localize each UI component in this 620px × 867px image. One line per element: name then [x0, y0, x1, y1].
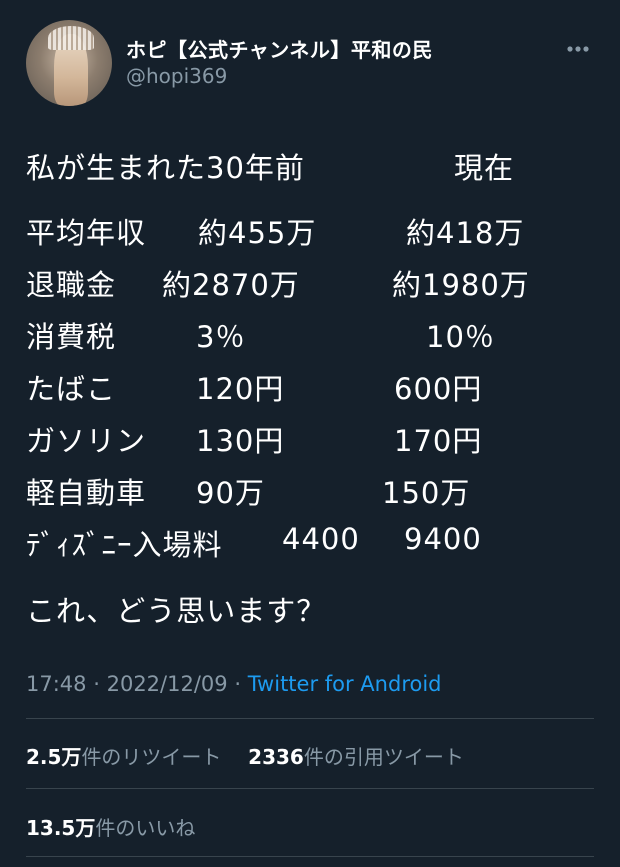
- row-then: 約455万: [198, 216, 317, 250]
- row-now: 150万: [382, 476, 471, 510]
- tweet-closing-question: これ、どう思います？: [26, 594, 327, 628]
- tweet-source-link[interactable]: Twitter for Android: [248, 672, 442, 696]
- row-item: たばこ: [26, 372, 117, 406]
- row-then: 4400: [282, 522, 360, 556]
- author-handle[interactable]: @hopi369: [126, 64, 227, 88]
- row-item: ガソリン: [26, 424, 147, 458]
- row-then: 3％: [196, 320, 246, 354]
- row-then: 130円: [196, 424, 285, 458]
- row-then: 90万: [196, 476, 265, 510]
- quotes-count: 2336: [248, 745, 304, 769]
- row-now: 約418万: [406, 216, 525, 250]
- retweets-stat[interactable]: 2.5万件のリツイート: [26, 745, 221, 769]
- row-item: 消費税: [26, 320, 117, 354]
- likes-count: 13.5万: [26, 816, 96, 840]
- row-now: 9400: [404, 522, 482, 556]
- tweet-time[interactable]: 17:48: [26, 672, 87, 696]
- header-then: 私が生まれた30年前: [26, 151, 305, 185]
- row-then: 120円: [196, 372, 285, 406]
- row-now: 10％: [426, 320, 495, 354]
- author-display-name[interactable]: ホピ【公式チャンネル】平和の民: [126, 34, 433, 63]
- quotes-label: 件の引用ツイート: [303, 745, 464, 769]
- retweets-label: 件のリツイート: [81, 745, 222, 769]
- row-item: 軽自動車: [26, 476, 147, 510]
- header-now: 現在: [454, 151, 515, 185]
- quotes-stat[interactable]: 2336件の引用ツイート: [248, 745, 464, 769]
- row-then: 約2870万: [162, 268, 300, 302]
- meta-separator: ·: [93, 672, 100, 696]
- divider: [26, 718, 594, 719]
- row-item: 退職金: [26, 268, 117, 302]
- retweets-count: 2.5万: [26, 745, 82, 769]
- row-now: 170円: [394, 424, 483, 458]
- likes-label: 件のいいね: [95, 816, 196, 840]
- tweet-meta: 17:48 · 2022/12/09 · Twitter for Android: [26, 672, 442, 696]
- retweet-quote-stats: 2.5万件のリツイート 2336件の引用ツイート: [26, 741, 464, 770]
- avatar-headdress: [48, 26, 94, 50]
- row-item: 平均年収: [26, 216, 147, 250]
- row-now: 600円: [394, 372, 483, 406]
- avatar[interactable]: [26, 20, 112, 106]
- tweet-date[interactable]: 2022/12/09: [107, 672, 228, 696]
- more-horizontal-icon[interactable]: [565, 36, 591, 62]
- divider: [26, 856, 594, 857]
- meta-separator: ·: [234, 672, 242, 696]
- row-item: ﾃﾞｨｽﾞﾆｰ入場料: [26, 528, 223, 562]
- likes-stat[interactable]: 13.5万件のいいね: [26, 812, 195, 841]
- divider: [26, 788, 594, 789]
- row-now: 約1980万: [392, 268, 530, 302]
